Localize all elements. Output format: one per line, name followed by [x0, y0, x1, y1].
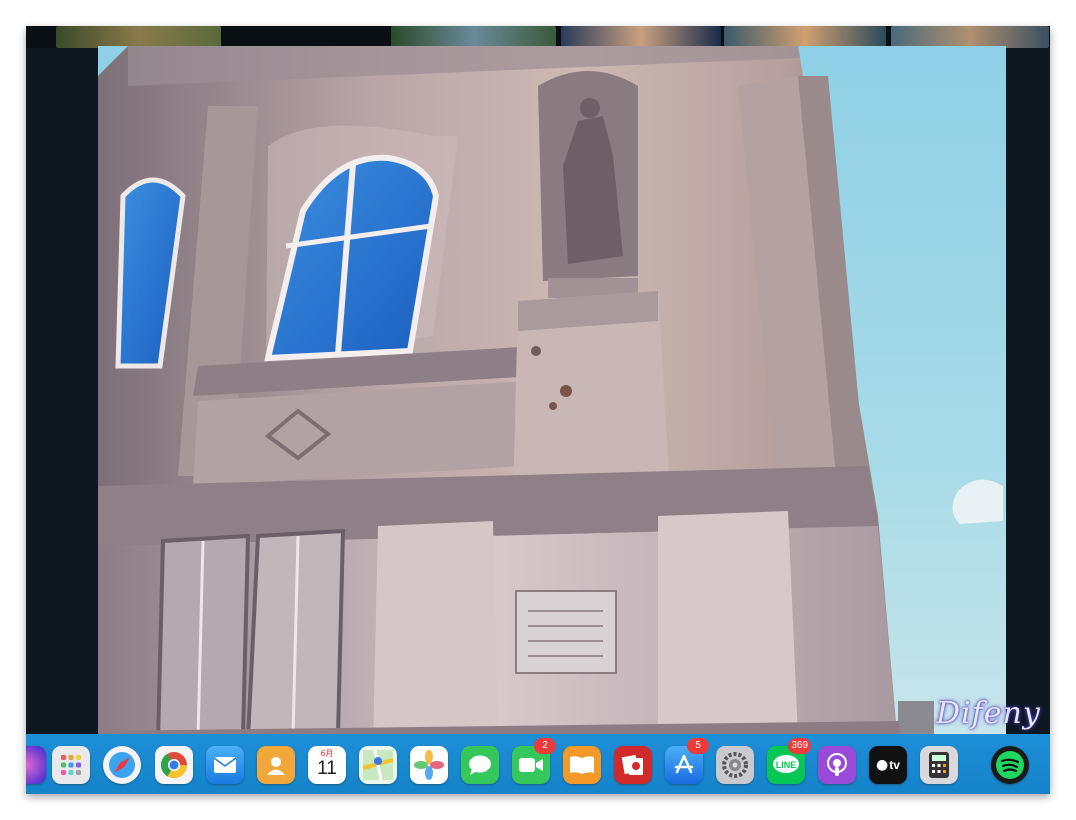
- apple-logo-icon: ●: [876, 757, 889, 773]
- app-store-icon[interactable]: 5: [665, 738, 709, 784]
- system-settings-icon[interactable]: [716, 746, 754, 784]
- watermark: Difeny: [936, 696, 1041, 731]
- line-icon[interactable]: LINE 369: [767, 738, 811, 784]
- facetime-badge: 2: [534, 738, 556, 754]
- tv-label: tv: [889, 758, 900, 772]
- spotify-icon[interactable]: [991, 746, 1029, 784]
- siri-icon[interactable]: [26, 746, 46, 784]
- participant-tile[interactable]: [56, 26, 221, 48]
- calendar-icon[interactable]: 6月 11: [308, 746, 346, 784]
- building-facade-image: [98, 46, 1006, 746]
- calendar-day: 11: [317, 758, 337, 779]
- safari-icon[interactable]: [103, 746, 141, 784]
- participant-tile[interactable]: [391, 26, 556, 48]
- facetime-icon[interactable]: 2: [512, 738, 556, 784]
- contacts-icon[interactable]: [257, 746, 295, 784]
- podcasts-icon[interactable]: [818, 746, 856, 784]
- photos-icon[interactable]: [410, 746, 448, 784]
- participant-strip: [26, 26, 1050, 48]
- calculator-icon[interactable]: [920, 746, 958, 784]
- participant-tile[interactable]: [561, 26, 721, 48]
- line-label: LINE: [775, 760, 797, 770]
- mail-icon[interactable]: [206, 746, 244, 784]
- apple-tv-icon[interactable]: ● tv: [869, 746, 907, 784]
- photo-frame: Difeny 6月 11 2 5 LINE 369 ● tv: [26, 26, 1050, 794]
- maps-icon[interactable]: [359, 746, 397, 784]
- line-badge: 369: [788, 738, 811, 754]
- dock: 6月 11 2 5 LINE 369 ● tv: [26, 734, 1050, 794]
- app-store-badge: 5: [687, 738, 709, 754]
- messages-icon[interactable]: [461, 746, 499, 784]
- photo-booth-icon[interactable]: [614, 746, 652, 784]
- books-icon[interactable]: [563, 746, 601, 784]
- participant-tile[interactable]: [891, 26, 1049, 48]
- launchpad-icon[interactable]: [52, 746, 90, 784]
- shared-screen: [98, 46, 1006, 746]
- chrome-icon[interactable]: [155, 746, 193, 784]
- participant-tile[interactable]: [724, 26, 886, 48]
